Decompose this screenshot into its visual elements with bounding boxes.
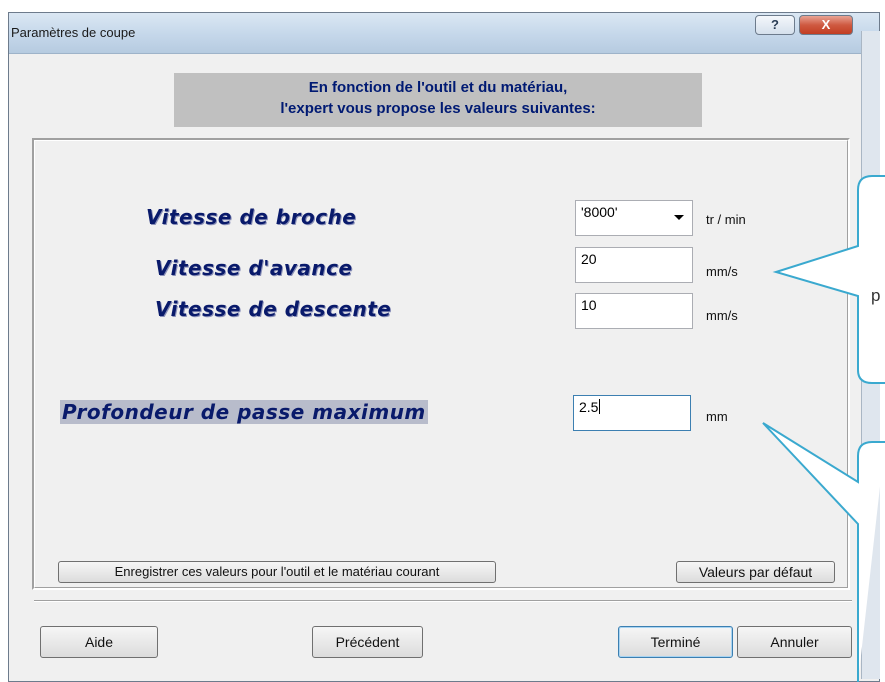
question-mark-icon: ? (771, 17, 779, 32)
title-bar[interactable]: Paramètres de coupe ? X (9, 13, 879, 54)
finish-button[interactable]: Terminé (618, 626, 733, 658)
descent-speed-input[interactable]: 10 (575, 293, 693, 329)
expert-message-banner: En fonction de l'outil et du matériau, l… (174, 73, 702, 127)
descent-speed-label: Vitesse de descente (155, 297, 392, 321)
feed-speed-input[interactable]: 20 (575, 247, 693, 283)
close-button[interactable]: X (799, 15, 853, 35)
help-icon-button[interactable]: ? (755, 15, 795, 35)
footer-separator (34, 600, 852, 602)
previous-button[interactable]: Précédent (312, 626, 423, 658)
default-values-button[interactable]: Valeurs par défaut (676, 561, 835, 583)
text-cursor (599, 399, 601, 414)
max-depth-unit: mm (706, 409, 728, 424)
spindle-speed-select[interactable]: '8000' (575, 200, 693, 236)
background-window-edge (861, 31, 880, 679)
banner-line-1: En fonction de l'outil et du matériau, (308, 79, 568, 96)
cancel-button[interactable]: Annuler (737, 626, 852, 658)
descent-speed-unit: mm/s (706, 308, 738, 323)
chevron-down-icon[interactable] (674, 215, 684, 220)
feed-speed-label: Vitesse d'avance (155, 256, 353, 280)
descent-speed-value: 10 (581, 297, 597, 313)
max-depth-value: 2.5 (579, 399, 599, 415)
callout-text-fragment: p (871, 286, 881, 305)
spindle-speed-unit: tr / min (706, 212, 746, 227)
spindle-speed-label: Vitesse de broche (146, 205, 357, 229)
max-depth-input[interactable]: 2.5 (573, 395, 691, 431)
feed-speed-value: 20 (581, 251, 597, 267)
help-button[interactable]: Aide (40, 626, 158, 658)
feed-speed-unit: mm/s (706, 264, 738, 279)
save-values-button[interactable]: Enregistrer ces valeurs pour l'outil et … (58, 561, 496, 583)
spindle-speed-value: '8000' (581, 204, 618, 220)
close-icon: X (821, 17, 831, 32)
banner-line-2: l'expert vous propose les valeurs suivan… (280, 100, 596, 117)
window-title: Paramètres de coupe (11, 25, 136, 40)
max-depth-label: Profondeur de passe maximum (60, 400, 428, 424)
